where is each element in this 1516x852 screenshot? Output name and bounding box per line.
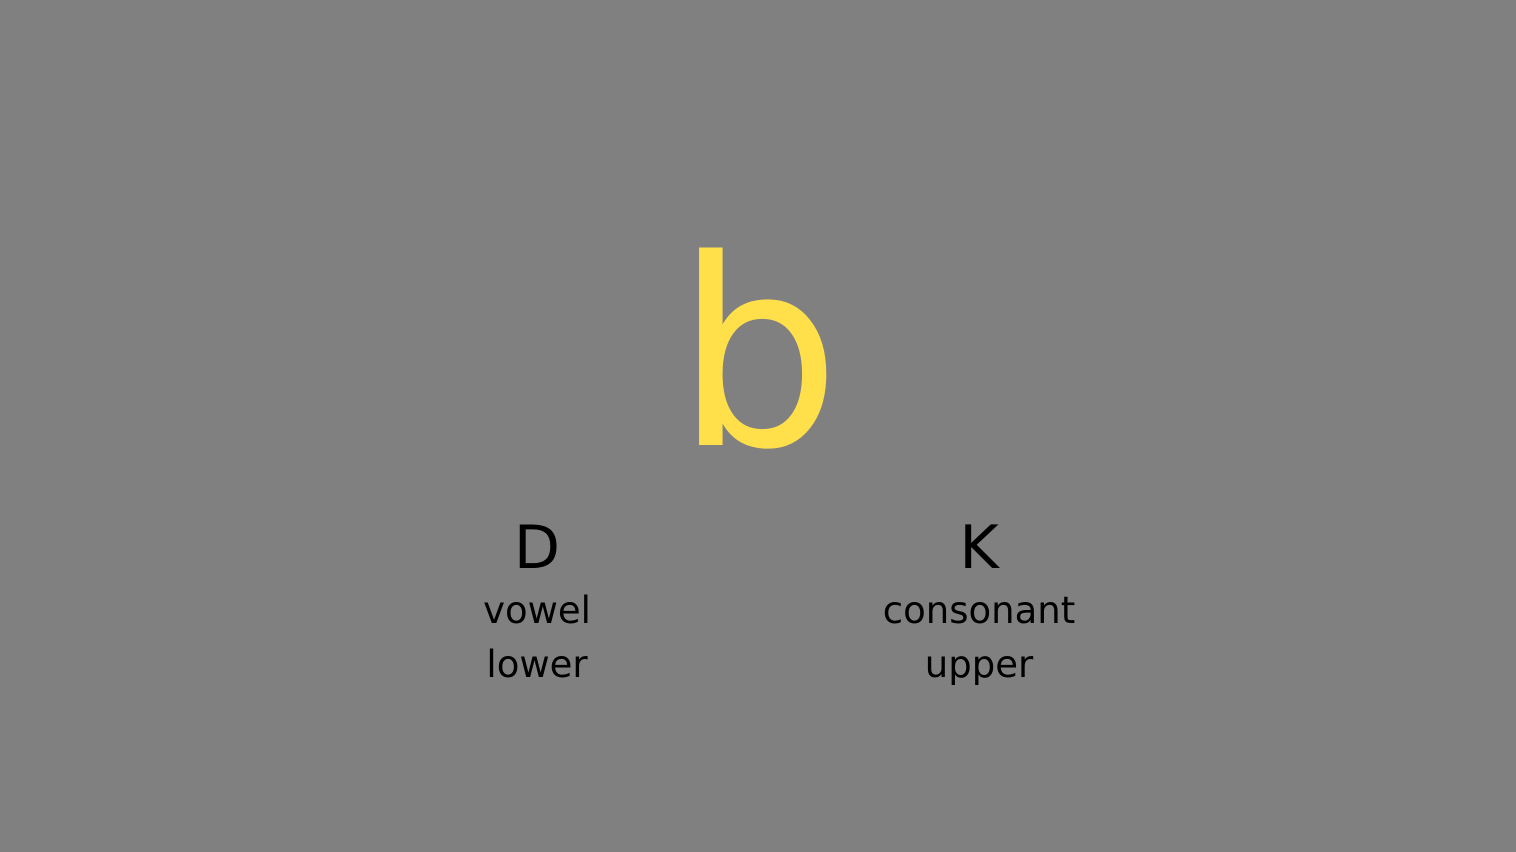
right-response-key: K bbox=[959, 513, 999, 583]
right-response-option: K consonant upper bbox=[829, 512, 1129, 692]
right-response-category: consonant bbox=[882, 589, 1076, 632]
left-response-case: lower bbox=[486, 643, 588, 686]
task-screen: b D vowel lower K consonant upper bbox=[0, 0, 1516, 852]
right-response-case: upper bbox=[924, 643, 1034, 686]
left-response-option: D vowel lower bbox=[387, 512, 687, 692]
stimulus-letter: b bbox=[675, 205, 841, 507]
left-response-category: vowel bbox=[483, 589, 591, 632]
left-response-key: D bbox=[513, 513, 561, 583]
